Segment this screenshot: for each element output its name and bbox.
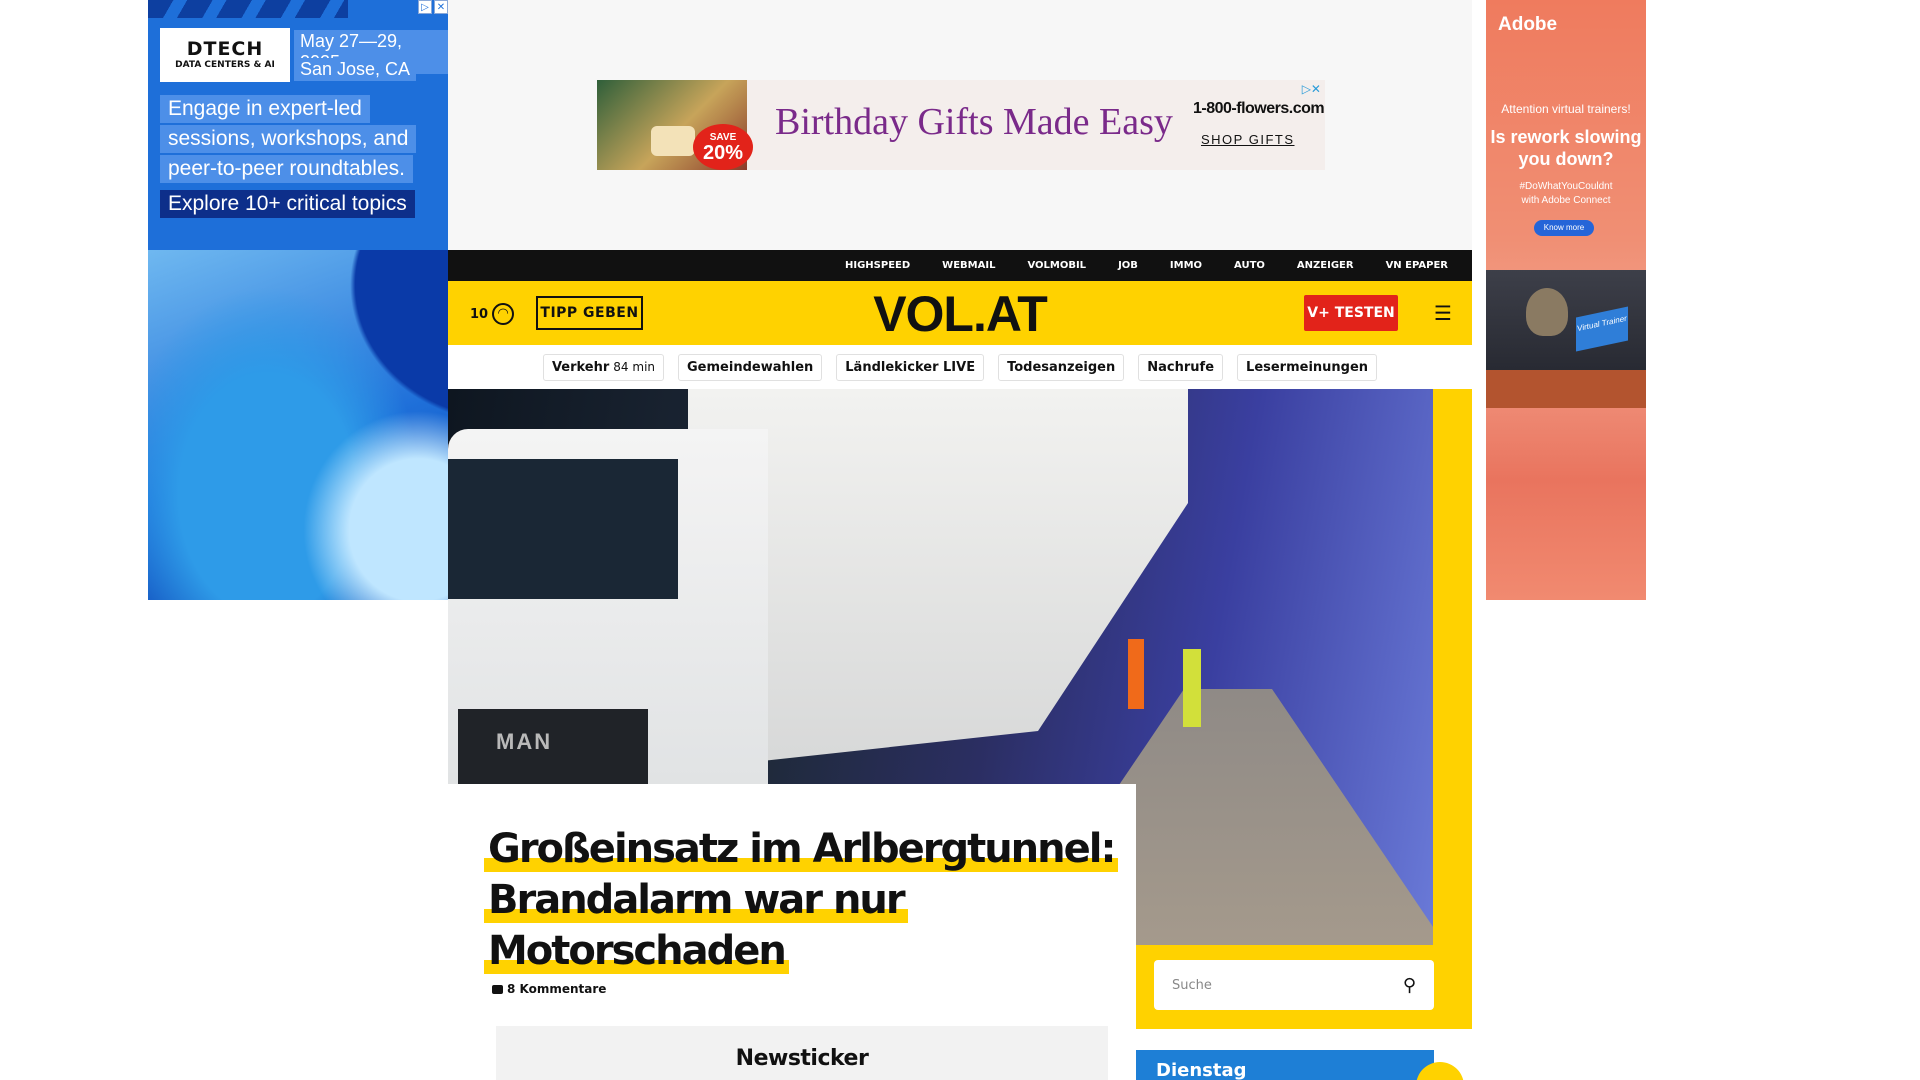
truck-brand-mark: MAN [496,729,553,754]
close-icon[interactable]: ✕ [434,0,448,14]
desk-illustration [1486,370,1646,408]
ad-engage-text: Engage in expert-led sessions, workshops… [160,95,445,185]
topic-navigation: Verkehr 84 min Gemeindewahlen Ländlekicke… [448,345,1472,389]
ad-stripes [148,0,348,18]
ad-know-more-button[interactable]: Know more [1534,220,1594,236]
ad-logo-subtitle: DATA CENTERS & AI [175,60,275,70]
chip-label: Verkehr [551,359,610,375]
ad-engage-line: sessions, workshops, and [160,125,417,153]
title-line: Motorschaden [484,928,789,974]
ad-close-icon[interactable]: ▷✕ [1302,82,1321,96]
truck-windshield [448,459,678,599]
save-badge: SAVE 20% [693,124,753,170]
ad-engage-line: peer-to-peer roundtables. [160,155,413,183]
ad-choices[interactable]: ▷ ✕ [418,0,448,14]
weather-card[interactable]: Dienstag [1136,1050,1464,1080]
nav-anzeiger[interactable]: ANZEIGER [1281,260,1370,271]
menu-search-icon[interactable]: ☰ [1434,301,1460,325]
worker-figure [1128,639,1144,709]
ad-swirl-graphic [148,250,448,600]
leaderboard-ad[interactable]: SAVE 20% Birthday Gifts Made Easy 1-800-… [597,80,1325,170]
search-icon[interactable]: ⚲ [1403,975,1416,996]
comments-count: 8 Kommentare [507,982,607,996]
chip-time: 84 min [613,359,656,374]
ad-headline: Birthday Gifts Made Easy [775,101,1173,143]
comment-icon [492,984,503,994]
ad-location: San Jose, CA [294,58,417,81]
article-card: Großeinsatz im Arlbergtunnel: Brandalarm… [448,784,1136,1080]
sloth-illustration [1526,288,1568,336]
vplus-testen-button[interactable]: V+ TESTEN [1304,295,1398,331]
ad-brand: 1-800-flowers.com [1193,100,1325,117]
ad-engage-line: Engage in expert-led [160,95,370,123]
title-line: Brandalarm war nur [484,877,908,923]
comments-link[interactable]: 8 Kommentare [492,982,606,996]
nav-immo[interactable]: IMMO [1154,260,1218,271]
chip-lesermeinungen[interactable]: Lesermeinungen [1237,353,1378,381]
chip-todesanzeigen[interactable]: Todesanzeigen [998,353,1125,381]
title-line: Großeinsatz im Arlbergtunnel: [484,826,1119,872]
top-navigation: HIGHSPEED WEBMAIL VOLMOBIL JOB IMMO AUTO… [448,250,1472,281]
chip-laendlekicker[interactable]: Ländlekicker LIVE [836,353,985,381]
ad-logo: DTECH DATA CENTERS & AI [160,28,290,82]
shop-gifts-link[interactable]: SHOP GIFTS [1201,132,1295,147]
page: ▷ ✕ DTECH DATA CENTERS & AI May 27—29, 2… [0,0,1920,1080]
leaderboard-area: SAVE 20% Birthday Gifts Made Easy 1-800-… [448,0,1472,250]
nav-vn-epaper[interactable]: VN EPAPER [1370,260,1464,271]
nav-auto[interactable]: AUTO [1218,260,1281,271]
worker-figure [1183,649,1201,727]
nav-volmobil[interactable]: VOLMOBIL [1011,260,1102,271]
ad-hashtag: #DoWhatYouCouldnt [1519,181,1613,192]
save-value: 20% [702,142,744,164]
ad-tagline: #DoWhatYouCouldnt with Adobe Connect [1486,180,1646,208]
search-box: ⚲ [1154,960,1434,1010]
nav-highspeed[interactable]: HIGHSPEED [829,260,926,271]
ad-headline: Is rework slowing you down? [1490,127,1642,169]
right-skyscraper-ad[interactable]: Adobe Attention virtual trainers! Is rew… [1486,0,1646,600]
newsticker-box[interactable]: Newsticker [496,1026,1108,1080]
main-column: SAVE 20% Birthday Gifts Made Easy 1-800-… [448,0,1472,1080]
cake-illustration [651,126,695,156]
search-input[interactable] [1172,977,1403,993]
weather-day: Dienstag [1156,1060,1247,1080]
adchoices-icon[interactable]: ▷ [418,0,432,14]
chip-verkehr[interactable]: Verkehr 84 min [542,353,665,381]
sun-icon [1416,1062,1464,1080]
chip-gemeindewahlen[interactable]: Gemeindewahlen [678,353,823,381]
adobe-logo: Adobe [1498,14,1558,35]
article-title[interactable]: Großeinsatz im Arlbergtunnel: Brandalarm… [484,824,1124,977]
ad-cta[interactable]: Explore 10+ critical topics [160,190,415,218]
chip-nachrufe[interactable]: Nachrufe [1138,353,1224,381]
nav-webmail[interactable]: WEBMAIL [926,260,1011,271]
ad-tagline-text: with Adobe Connect [1521,195,1611,206]
ad-attention: Attention virtual trainers! [1501,102,1631,116]
nav-job[interactable]: JOB [1102,260,1154,271]
newsticker-title: Newsticker [735,1046,869,1071]
site-header: 10 ◠ TIPP GEBEN VOL.AT V+ TESTEN ☰ [448,281,1472,345]
ad-logo-text: DTECH [186,38,264,60]
left-skyscraper-ad[interactable]: ▷ ✕ DTECH DATA CENTERS & AI May 27—29, 2… [148,0,448,600]
